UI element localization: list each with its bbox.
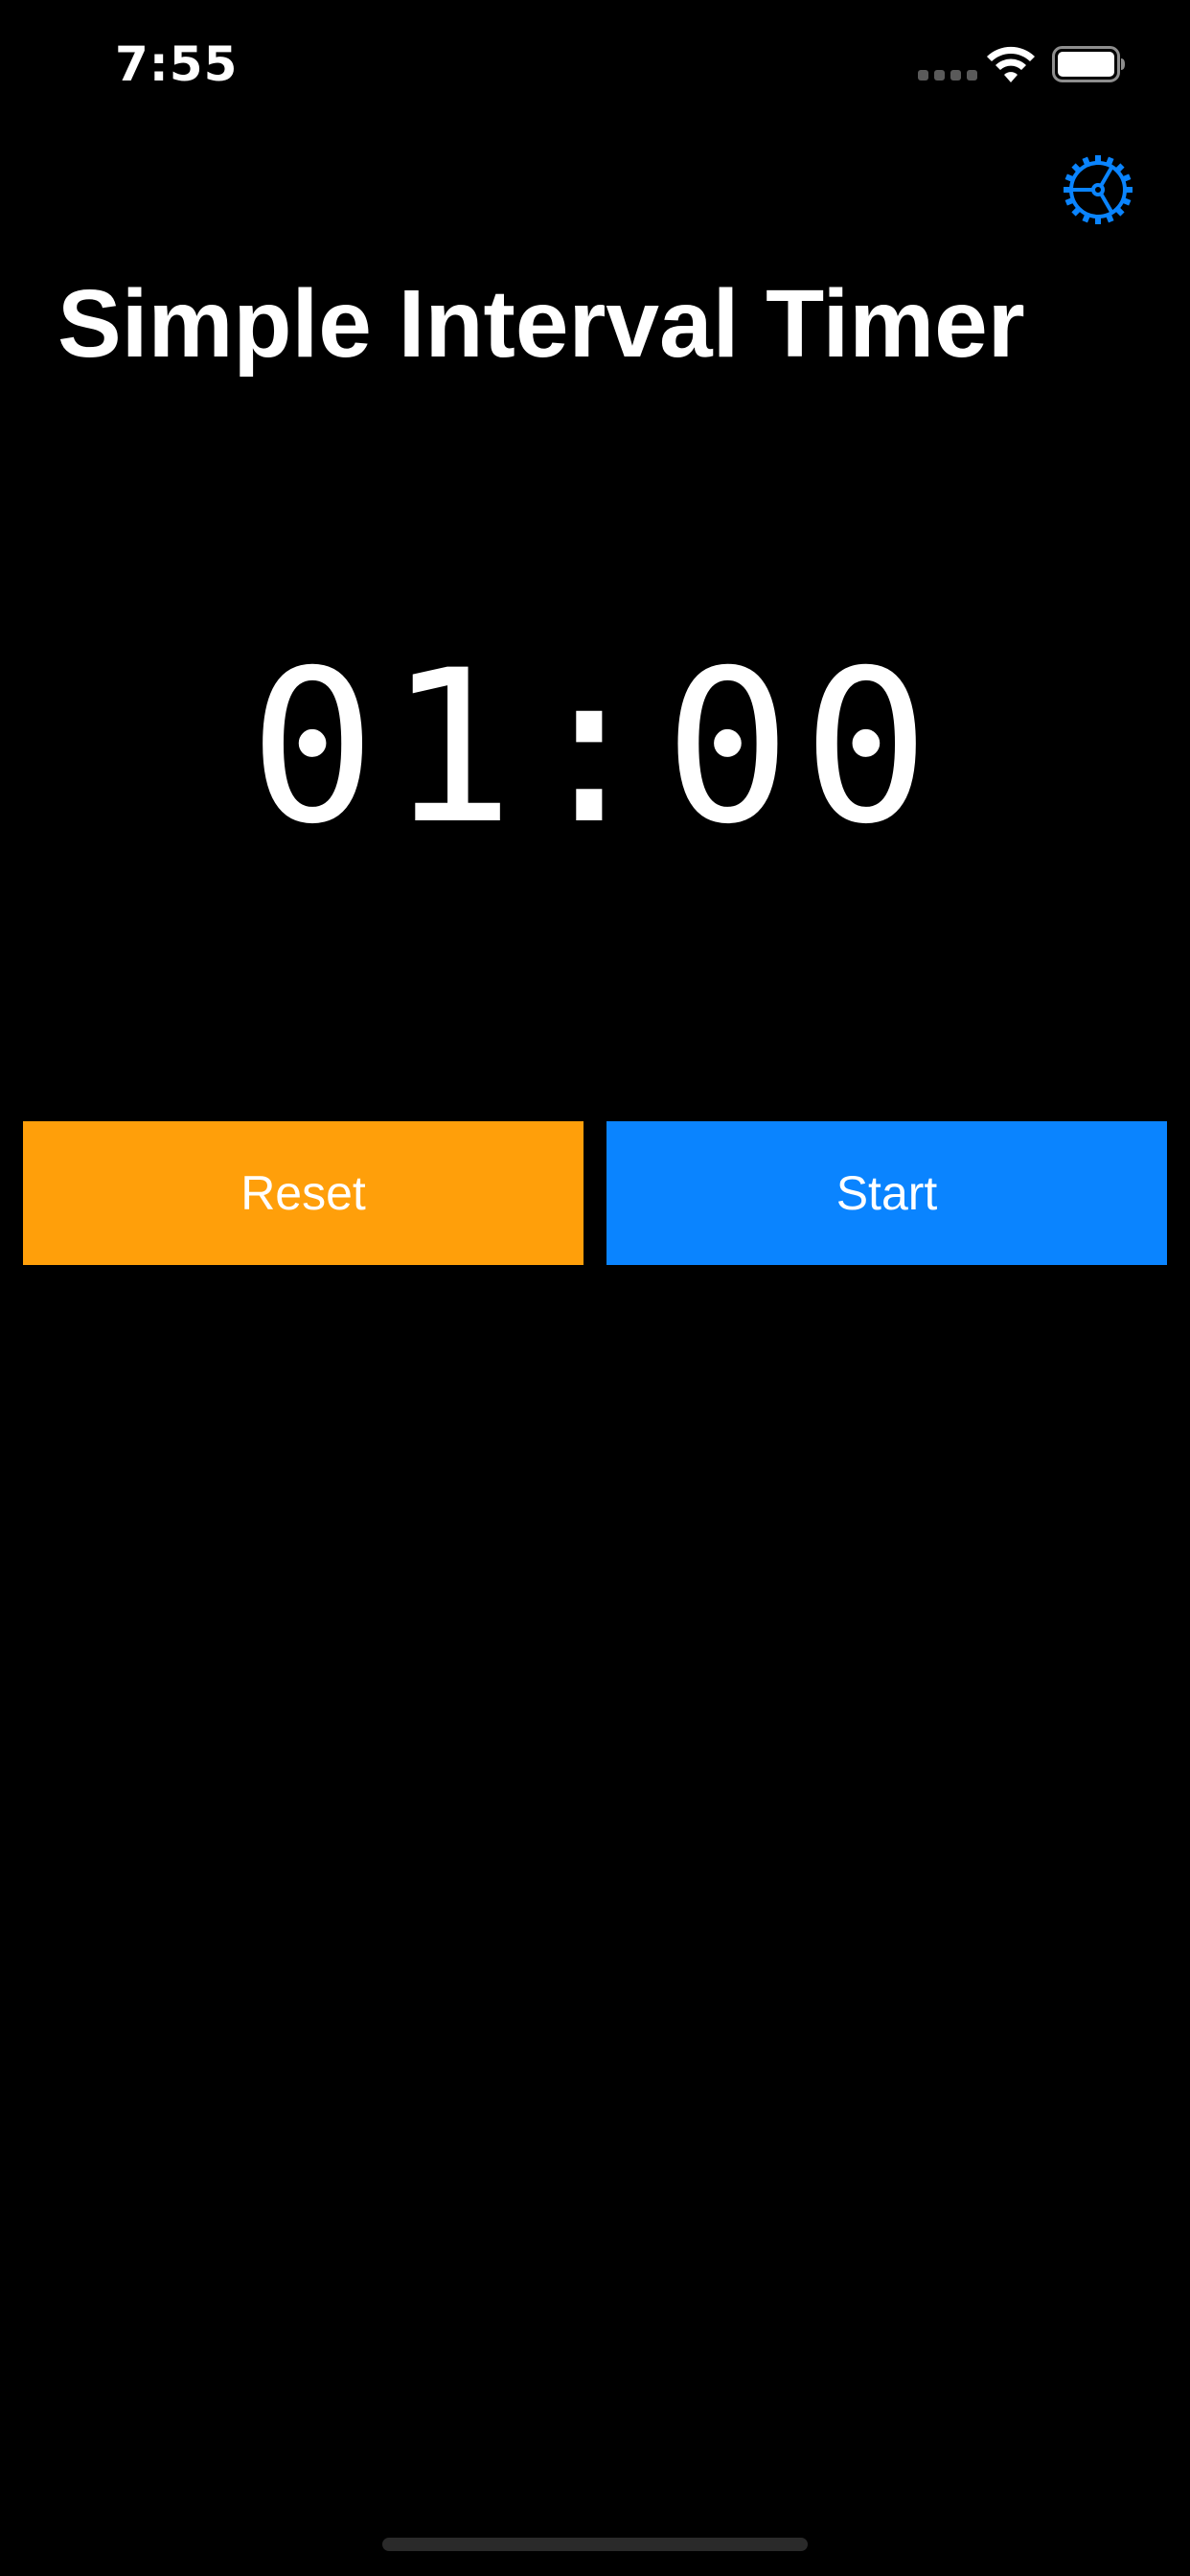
settings-button[interactable] bbox=[1062, 153, 1134, 226]
home-indicator bbox=[382, 2538, 808, 2551]
status-time: 7:55 bbox=[115, 36, 239, 92]
page-title: Simple Interval Timer bbox=[57, 270, 1025, 378]
start-button[interactable]: Start bbox=[606, 1121, 1167, 1265]
timer-display: 01:00 bbox=[248, 625, 942, 870]
wifi-icon bbox=[987, 46, 1035, 82]
status-bar: 7:55 bbox=[0, 0, 1190, 134]
reset-button[interactable]: Reset bbox=[23, 1121, 584, 1265]
gear-icon bbox=[1064, 155, 1133, 224]
battery-icon bbox=[1052, 46, 1125, 82]
timer-controls: Reset Start bbox=[23, 1121, 1167, 1265]
cellular-signal-icon bbox=[918, 70, 977, 80]
